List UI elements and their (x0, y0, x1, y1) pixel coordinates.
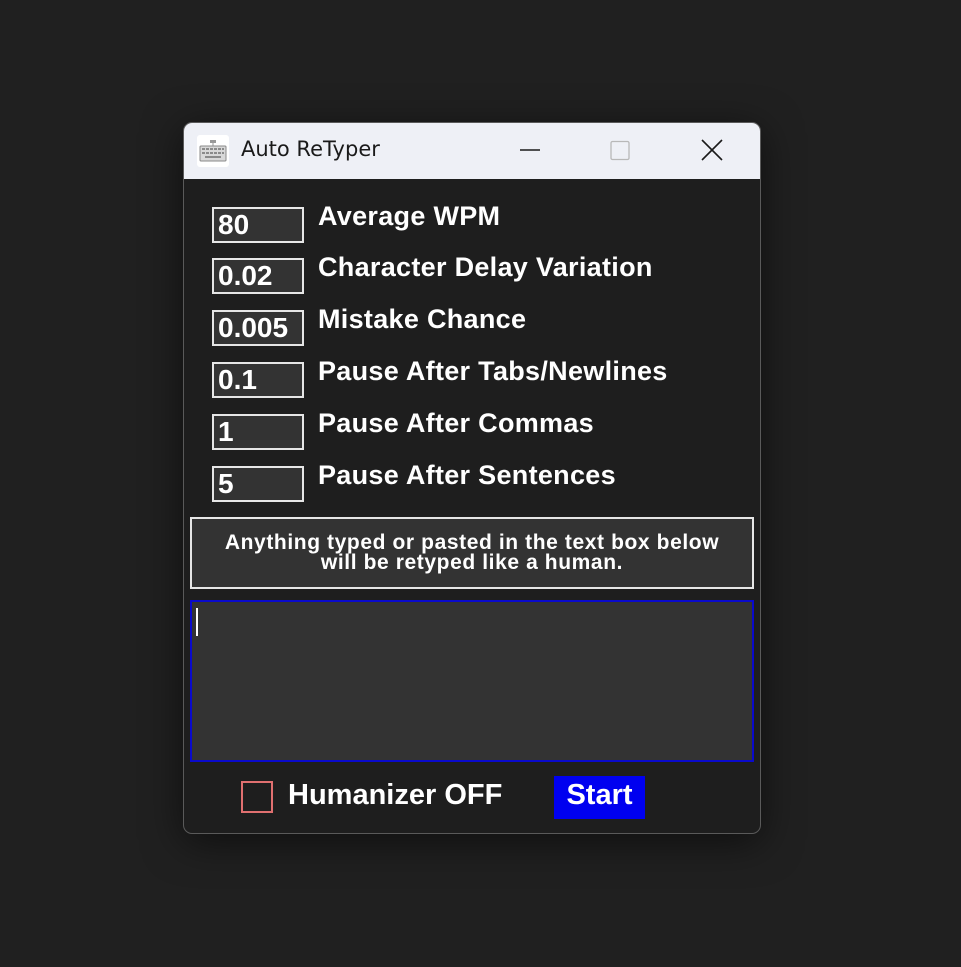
keyboard-icon (197, 135, 229, 167)
pause-after-tabs-newlines-input[interactable]: 0.1 (212, 362, 304, 398)
mistake-chance-label: Mistake Chance (318, 304, 527, 334)
retype-text-box[interactable] (190, 600, 754, 762)
start-button[interactable]: Start (554, 776, 645, 819)
app-window: Auto ReTyper 80 Average WPM 0.02 Charact… (183, 122, 761, 834)
info-box: Anything typed or pasted in the text box… (190, 517, 754, 589)
maximize-button[interactable] (590, 123, 650, 179)
pause-after-commas-input[interactable]: 1 (212, 414, 304, 450)
title-bar[interactable]: Auto ReTyper (184, 123, 760, 179)
close-button[interactable] (682, 123, 742, 179)
character-delay-variation-label: Character Delay Variation (318, 252, 653, 282)
mistake-chance-input[interactable]: 0.005 (212, 310, 304, 346)
character-delay-variation-input[interactable]: 0.02 (212, 258, 304, 294)
average-wpm-input[interactable]: 80 (212, 207, 304, 243)
minimize-icon (520, 149, 540, 151)
maximize-icon (610, 140, 630, 161)
text-caret (196, 608, 198, 636)
humanizer-checkbox[interactable] (241, 781, 273, 813)
average-wpm-label: Average WPM (318, 201, 501, 231)
pause-after-commas-label: Pause After Commas (318, 408, 594, 438)
info-line-1: Anything typed or pasted in the text box… (224, 531, 720, 554)
close-icon (701, 139, 723, 161)
window-title: Auto ReTyper (241, 137, 380, 161)
pause-after-sentences-label: Pause After Sentences (318, 460, 616, 490)
info-line-2: will be retyped like a human. (320, 551, 624, 574)
minimize-button[interactable] (500, 123, 560, 179)
pause-after-sentences-input[interactable]: 5 (212, 466, 304, 502)
pause-after-tabs-newlines-label: Pause After Tabs/Newlines (318, 356, 668, 386)
humanizer-label[interactable]: Humanizer OFF (288, 779, 502, 812)
